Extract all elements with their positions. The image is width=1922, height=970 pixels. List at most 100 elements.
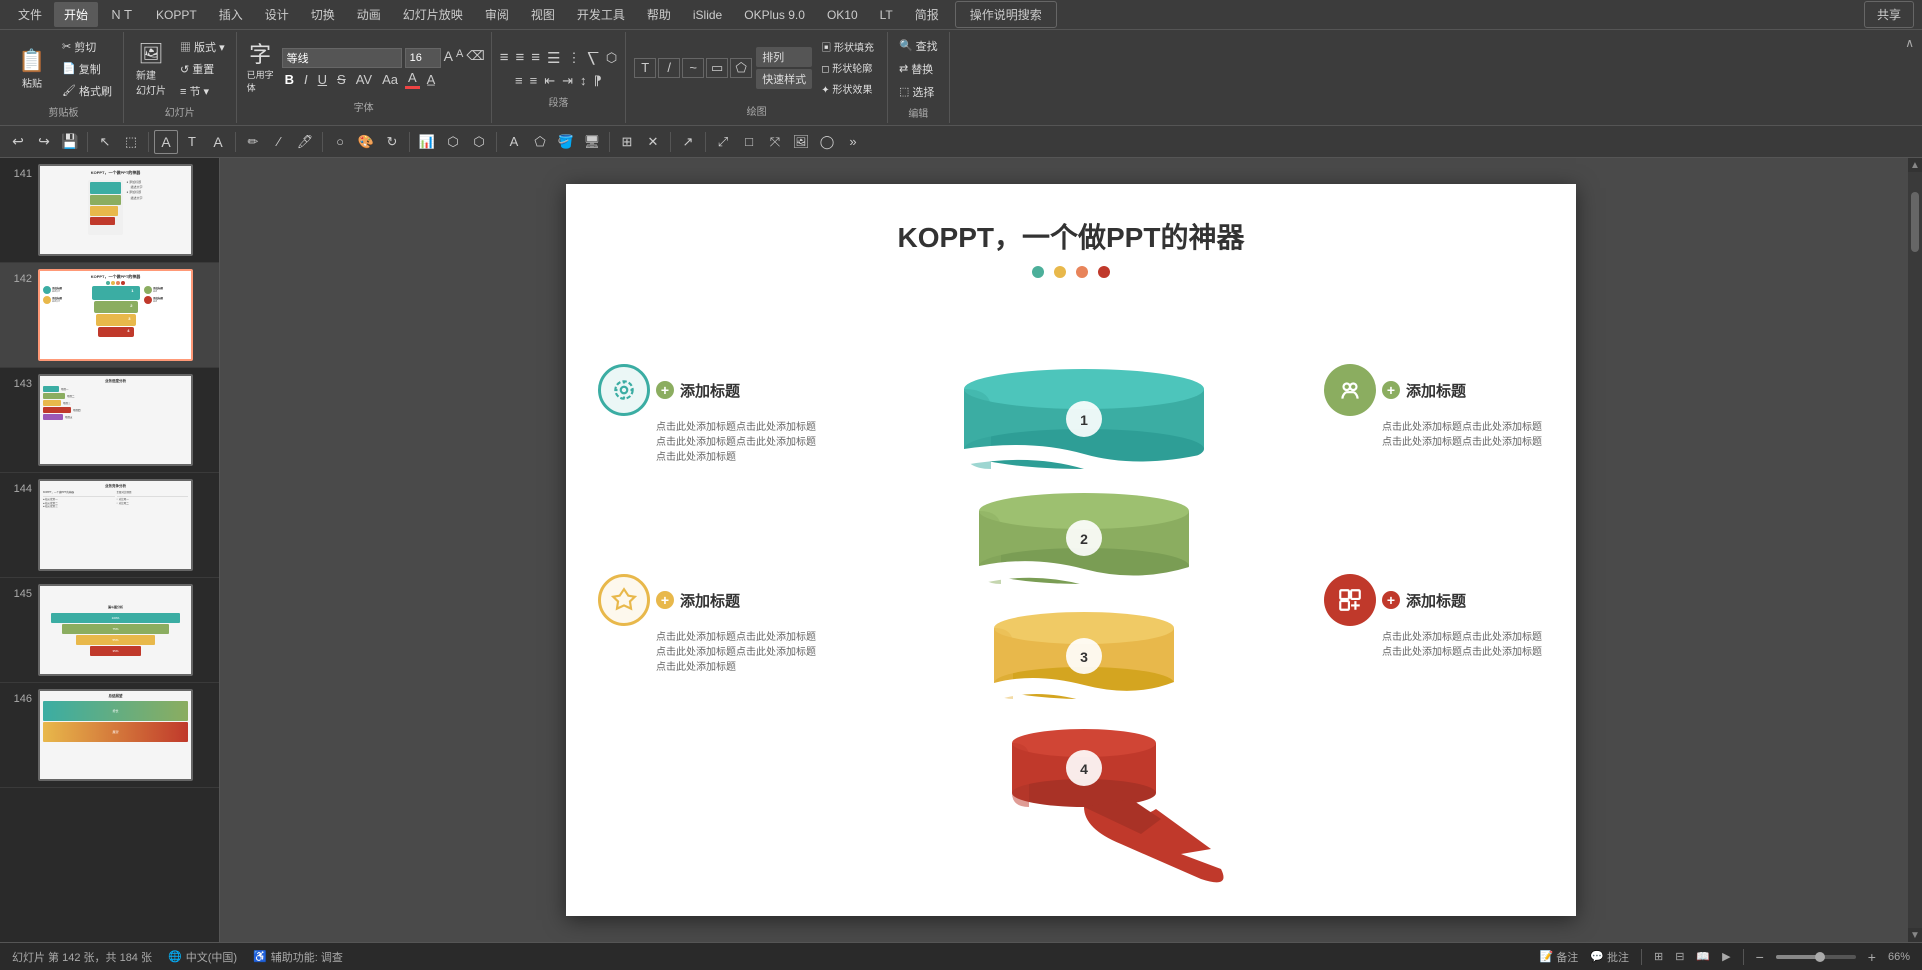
select-area-button[interactable]: ⬚ bbox=[119, 130, 143, 154]
shape-pentagon[interactable]: ⬠ bbox=[730, 58, 752, 78]
char-spacing-button[interactable]: Aa bbox=[379, 71, 401, 88]
menu-brief[interactable]: 简报 bbox=[905, 2, 949, 27]
shape-textbox[interactable]: T bbox=[634, 58, 656, 78]
menu-home[interactable]: 开始 bbox=[54, 2, 98, 27]
menu-ok10[interactable]: OK10 bbox=[817, 4, 868, 26]
font-family-input[interactable] bbox=[282, 48, 402, 68]
oval-button[interactable]: ◯ bbox=[815, 130, 839, 154]
slide-item-142[interactable]: 142 KOPPT，一个做PPT的神器 添加标题描述文字 bbox=[0, 263, 219, 368]
layout-button[interactable]: ▦ 版式 ▾ bbox=[175, 37, 230, 57]
column-button[interactable]: ⋮ bbox=[565, 48, 582, 68]
new-slide-button[interactable]: 🖼 新建幻灯片 bbox=[130, 37, 172, 101]
replace-button[interactable]: ⇄替换 bbox=[894, 59, 943, 79]
menu-help[interactable]: 帮助 bbox=[637, 2, 681, 27]
pencil-button[interactable]: ✏ bbox=[241, 130, 265, 154]
clear-format-button[interactable]: ⌫ bbox=[466, 48, 484, 68]
zoom-in-button[interactable]: + bbox=[1868, 949, 1876, 965]
menu-islide[interactable]: iSlide bbox=[683, 4, 732, 26]
zoom-out-button[interactable]: − bbox=[1756, 949, 1764, 965]
text-box-button[interactable]: A bbox=[154, 130, 178, 154]
redo-button[interactable]: ↪ bbox=[32, 130, 56, 154]
menu-koppt[interactable]: KOPPT bbox=[146, 4, 207, 26]
font-size-down[interactable]: A bbox=[456, 48, 463, 68]
view-presentation-button[interactable]: ▶ bbox=[1722, 950, 1730, 963]
view-slide-button[interactable]: ⊟ bbox=[1675, 950, 1684, 963]
undo-button[interactable]: ↩ bbox=[6, 130, 30, 154]
pointer-button[interactable]: ↖ bbox=[93, 130, 117, 154]
poly-select-button[interactable]: ⬠ bbox=[528, 130, 552, 154]
shape-line[interactable]: / bbox=[658, 58, 680, 78]
scroll-down-arrow[interactable]: ▼ bbox=[1908, 928, 1922, 942]
slide-item-143[interactable]: 143 业务进度分析 项目一 项目二 项目三 项目四 项目五 bbox=[0, 368, 219, 473]
zoom-slider-thumb[interactable] bbox=[1815, 952, 1825, 962]
quick-style-button[interactable]: 快速样式 bbox=[756, 69, 812, 89]
fill-color-button[interactable]: ▣ 形状填充 bbox=[816, 37, 879, 56]
justify-button[interactable]: ☰ bbox=[545, 47, 562, 69]
line-spacing-button[interactable]: ↕ bbox=[578, 71, 589, 90]
more-button[interactable]: » bbox=[841, 130, 865, 154]
slide-canvas[interactable]: KOPPT，一个做PPT的神器 + bbox=[566, 184, 1576, 916]
crop-button[interactable]: ⬡ bbox=[467, 130, 491, 154]
text-direction-button[interactable]: ⎲ bbox=[585, 48, 600, 68]
close-shape-button[interactable]: ✕ bbox=[641, 130, 665, 154]
outline-color-button[interactable]: ◻ 形状轮廓 bbox=[816, 58, 879, 77]
zoom-level[interactable]: 66% bbox=[1888, 951, 1910, 963]
text-format-button[interactable]: T bbox=[180, 130, 204, 154]
highlight-button[interactable]: A̲ bbox=[424, 71, 439, 88]
slide-item-144[interactable]: 144 业务竞争分析 KOPPT，一个做PPT的神器 ● 核心优势一 ● 核心优… bbox=[0, 473, 219, 578]
smart-shape-button[interactable]: ⬡ bbox=[441, 130, 465, 154]
shape-circle-button[interactable]: ○ bbox=[328, 130, 352, 154]
accessibility-status[interactable]: ♿ 辅助功能: 调查 bbox=[253, 949, 343, 965]
save-button[interactable]: 💾 bbox=[58, 130, 82, 154]
font-size-input[interactable] bbox=[405, 48, 441, 68]
screen-button[interactable]: 🖥 bbox=[580, 130, 604, 154]
copy-button[interactable]: 📄复制 bbox=[57, 59, 117, 79]
pen-button[interactable]: 🖊 bbox=[293, 130, 317, 154]
select-button[interactable]: ⬚选择 bbox=[894, 82, 943, 102]
image-button[interactable]: 🖼 bbox=[789, 130, 813, 154]
line-tool-button[interactable]: ∕ bbox=[267, 130, 291, 154]
menu-review[interactable]: 审阅 bbox=[475, 2, 519, 27]
chart-button[interactable]: 📊 bbox=[415, 130, 439, 154]
menu-search[interactable]: 操作说明搜索 bbox=[955, 1, 1057, 28]
cut-button[interactable]: ✂剪切 bbox=[57, 37, 117, 57]
comments-button[interactable]: 💬 批注 bbox=[1590, 949, 1629, 965]
align-right-button[interactable]: ≡ bbox=[529, 47, 542, 68]
para-convert-button[interactable]: ⁋ bbox=[592, 71, 604, 91]
ribbon-collapse-button[interactable]: ∧ bbox=[1901, 32, 1918, 123]
view-normal-button[interactable]: ⊞ bbox=[1654, 950, 1663, 963]
align-center-button[interactable]: ≡ bbox=[513, 47, 526, 68]
slide-item-146[interactable]: 146 总结展望 增长 展望 bbox=[0, 683, 219, 788]
underline-button[interactable]: U bbox=[315, 71, 330, 88]
menu-insert[interactable]: 插入 bbox=[209, 2, 253, 27]
shape-effect-button[interactable]: ✦ 形状效果 bbox=[816, 79, 879, 98]
format-painter-button[interactable]: 🖌格式刷 bbox=[57, 81, 117, 101]
list-number-button[interactable]: ≡ bbox=[528, 71, 540, 90]
menu-view[interactable]: 视图 bbox=[521, 2, 565, 27]
shape-rect[interactable]: ▭ bbox=[706, 58, 728, 78]
menu-nt[interactable]: ＮＴ bbox=[100, 2, 144, 27]
slide-item-145[interactable]: 145 漏斗图分析 100% 75% 55% 35% bbox=[0, 578, 219, 683]
slide-panel[interactable]: 141 KOPPT，一个做PPT的神器 bbox=[0, 158, 220, 942]
strikethrough-button[interactable]: S bbox=[334, 71, 349, 88]
shadow-button[interactable]: AV bbox=[353, 71, 375, 88]
expand-button[interactable]: ⤢ bbox=[711, 130, 735, 154]
view-reading-button[interactable]: 📖 bbox=[1696, 950, 1710, 963]
font-color-button[interactable]: A bbox=[405, 69, 420, 89]
square-button[interactable]: □ bbox=[737, 130, 761, 154]
list-bullet-button[interactable]: ≡ bbox=[513, 71, 525, 90]
shape-curve[interactable]: ~ bbox=[682, 58, 704, 78]
grid-button[interactable]: ⊞ bbox=[615, 130, 639, 154]
move-button[interactable]: ⤧ bbox=[763, 130, 787, 154]
scroll-up-arrow[interactable]: ▲ bbox=[1908, 158, 1922, 172]
smartart-button[interactable]: ⬡ bbox=[604, 48, 619, 68]
menu-slideshow[interactable]: 幻灯片放映 bbox=[393, 2, 473, 27]
align-left-button[interactable]: ≡ bbox=[498, 47, 511, 68]
menu-lt[interactable]: LT bbox=[870, 4, 903, 26]
font-size-tb[interactable]: A bbox=[206, 130, 230, 154]
paste-button[interactable]: 📋 粘贴 bbox=[10, 44, 54, 94]
find-button[interactable]: 🔍查找 bbox=[894, 36, 943, 56]
font-size-up[interactable]: A bbox=[444, 48, 453, 68]
menu-transition[interactable]: 切换 bbox=[301, 2, 345, 27]
section-button[interactable]: ≡ 节 ▾ bbox=[175, 81, 230, 101]
